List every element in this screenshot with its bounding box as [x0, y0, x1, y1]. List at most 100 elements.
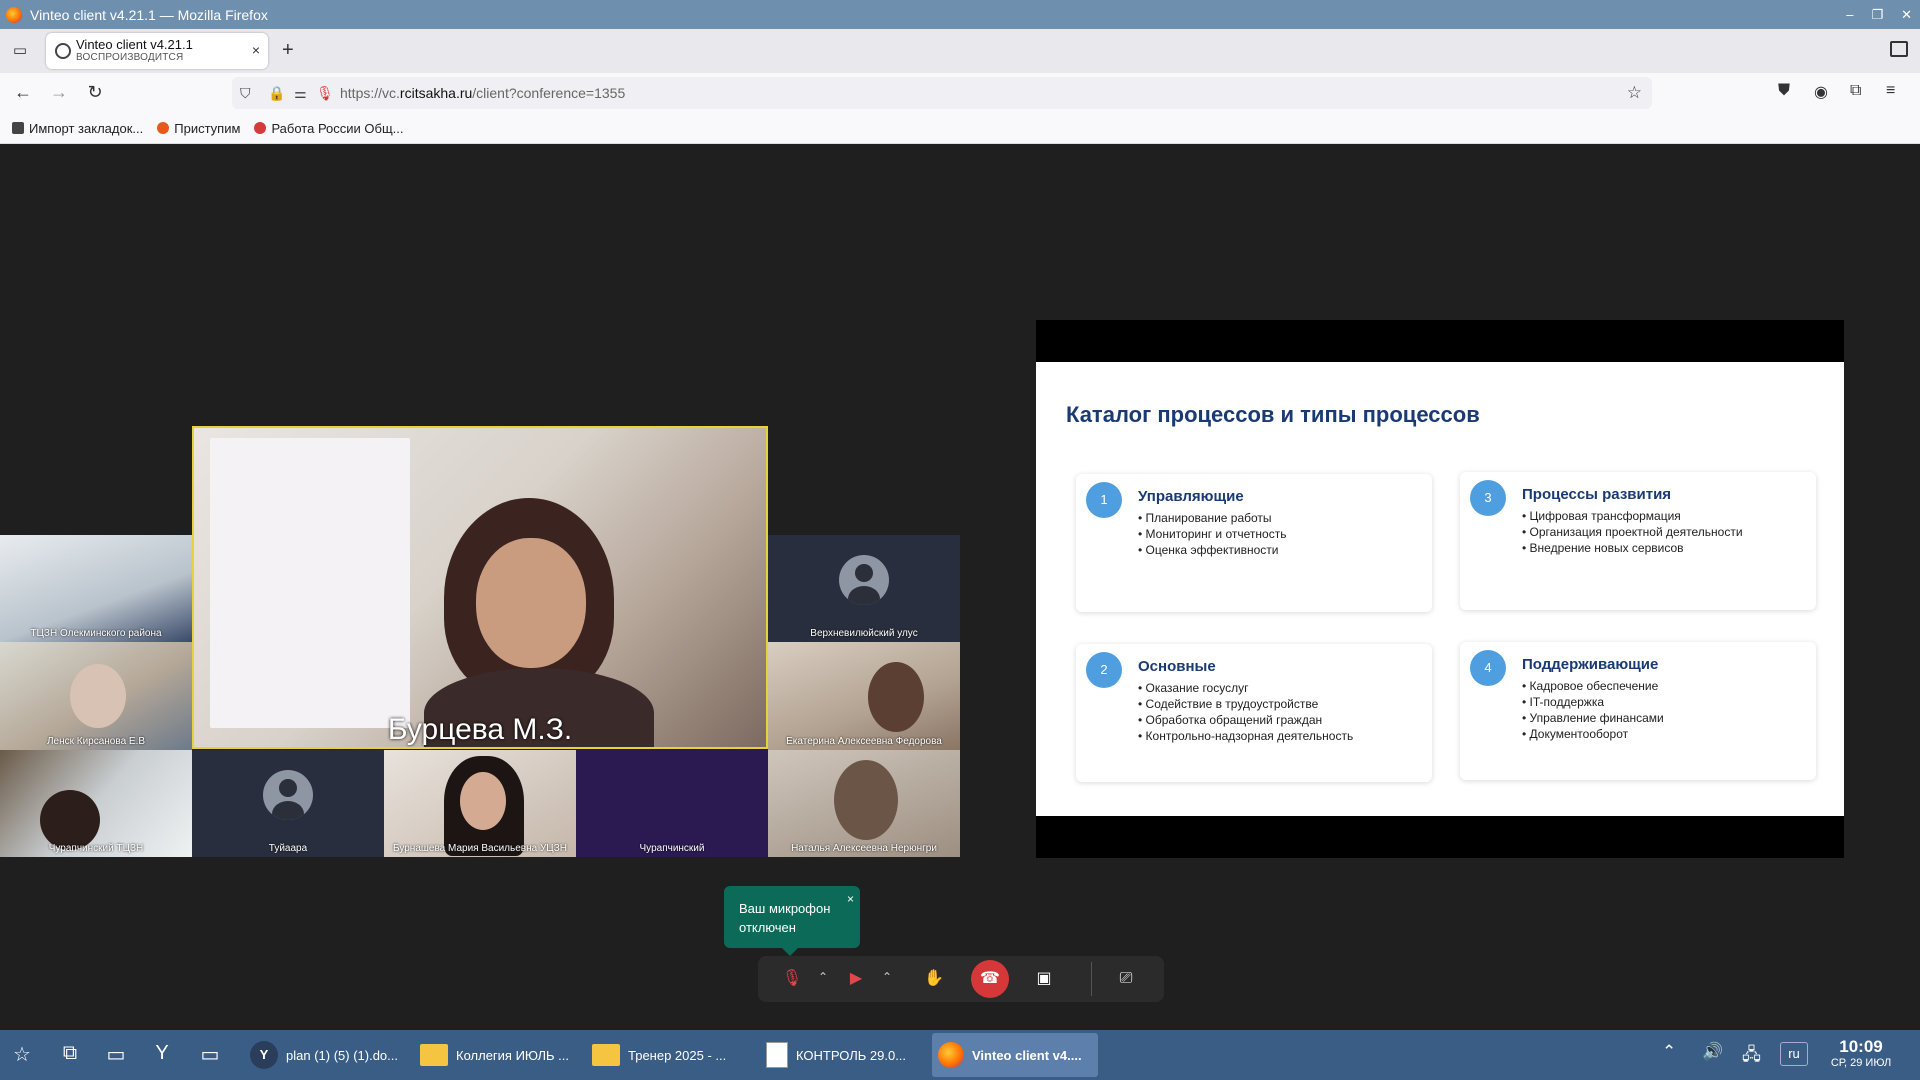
taskbar-item[interactable]: КОНТРОЛЬ 29.0...: [760, 1033, 924, 1077]
camera-options-chevron-icon[interactable]: ⌃: [882, 970, 892, 984]
card-title: Поддерживающие: [1522, 656, 1659, 673]
bookmark-pristupim[interactable]: Приступим: [157, 121, 240, 136]
tab-list-icon[interactable]: ▭: [10, 41, 30, 61]
desktop-pager-icon[interactable]: ⧉: [56, 1042, 84, 1068]
globe-icon: [55, 43, 71, 59]
screen-share[interactable]: Каталог процессов и типы процессов 1 Упр…: [1036, 320, 1844, 858]
avatar-icon: [839, 554, 889, 605]
start-menu-icon[interactable]: ☆: [8, 1042, 36, 1068]
camera-off-icon[interactable]: ▶: [840, 963, 872, 995]
permissions-icon[interactable]: ⚌: [294, 85, 307, 102]
window-titlebar: Vinteo client v4.21.1 — Mozilla Firefox …: [0, 0, 1920, 29]
card-item: Мониторинг и отчетность: [1138, 526, 1287, 542]
process-card: 2 Основные Оказание госуслуг Содействие …: [1076, 644, 1432, 782]
speaker-face: [476, 538, 586, 668]
tray-expand-icon[interactable]: ⌃: [1662, 1042, 1676, 1062]
microphone-muted-icon[interactable]: 🎙: [776, 963, 808, 995]
bookmark-rabota-rossii[interactable]: Работа России Общ...: [254, 121, 404, 136]
avatar-icon: [263, 769, 313, 820]
process-card: 3 Процессы развития Цифровая трансформац…: [1460, 472, 1816, 610]
speaker-name: Бурцева М.З.: [387, 713, 573, 746]
url-bar[interactable]: ⛉ 🔒 ⚌ 🎙 https://vc.rcitsakha.ru/client?c…: [232, 77, 1652, 109]
speaker-video-tile[interactable]: Бурцева М.З.: [192, 426, 768, 749]
taskbar-item[interactable]: Y plan (1) (5) (1).do...: [244, 1033, 404, 1077]
firefox-view-icon[interactable]: [1890, 41, 1908, 57]
new-tab-button[interactable]: +: [282, 39, 294, 62]
process-card: 1 Управляющие Планирование работы Монито…: [1076, 474, 1432, 612]
taskbar: ☆ ⧉ ▭ Y ▭ Y plan (1) (5) (1).do... Колле…: [0, 1030, 1920, 1080]
card-item: Содействие в трудоустройстве: [1138, 696, 1353, 712]
card-item: Внедрение новых сервисов: [1522, 540, 1743, 556]
call-controls: 🎙 ⌃ ▶ ⌃ ✋ ☎ ▣ ⎚: [758, 956, 1164, 1002]
participant-tile[interactable]: Верхневилюйский улус: [768, 535, 960, 642]
minimize-button[interactable]: –: [1846, 7, 1853, 22]
participant-tile[interactable]: Чурапчинский: [576, 750, 768, 857]
folder-icon: [592, 1044, 620, 1066]
controls-divider: [1091, 962, 1092, 996]
raise-hand-icon[interactable]: ✋: [918, 963, 950, 995]
pocket-icon[interactable]: ⛊: [1778, 82, 1790, 100]
window-title: Vinteo client v4.21.1 — Mozilla Firefox: [30, 6, 268, 23]
card-item: Оказание госуслуг: [1138, 680, 1353, 696]
clock[interactable]: 10:09 СР, 29 ИЮЛ: [1818, 1038, 1904, 1070]
card-item: Контрольно-надзорная деятельность: [1138, 728, 1354, 744]
participant-head: [40, 790, 100, 850]
spreadsheet-icon: [766, 1042, 788, 1068]
close-window-button[interactable]: ✕: [1901, 7, 1912, 23]
toast-text-line1: Ваш микрофон: [739, 901, 831, 916]
firefox-icon: [157, 122, 170, 134]
maximize-button[interactable]: ❐: [1871, 7, 1883, 23]
url-text[interactable]: https://vc.rcitsakha.ru/client?conferenc…: [340, 85, 625, 101]
account-icon[interactable]: ◉: [1814, 82, 1828, 102]
bookmark-star-icon[interactable]: ☆: [1627, 83, 1642, 103]
microphone-permission-icon[interactable]: 🎙: [316, 85, 334, 102]
card-item: Организация проектной деятельности: [1522, 524, 1743, 540]
participant-tile[interactable]: Наталья Алексеевна Нерюнгри: [768, 750, 960, 857]
toast-text-line2: отключен: [739, 920, 796, 935]
tab-close-icon[interactable]: ×: [252, 42, 260, 58]
card-item: IT-поддержка: [1522, 694, 1664, 710]
taskbar-item-active[interactable]: Vinteo client v4....: [932, 1033, 1098, 1077]
firefox-logo-icon: [6, 6, 22, 23]
participant-tile[interactable]: ТЦЗН Олекминского района: [0, 535, 192, 642]
layout-icon[interactable]: ▣: [1028, 963, 1060, 995]
card-item: Оценка эффективности: [1138, 542, 1286, 558]
clock-time: 10:09: [1839, 1037, 1883, 1056]
presentation-slide: Каталог процессов и типы процессов 1 Упр…: [1036, 362, 1844, 816]
screen-share-icon[interactable]: ⎚: [1110, 963, 1142, 995]
tab-playing-status: ВОСПРОИЗВОДИТСЯ: [76, 52, 184, 63]
folder-icon[interactable]: ▭: [196, 1042, 224, 1068]
conference-stage: Бурцева М.З. ТЦЗН Олекминского района Ле…: [0, 144, 1920, 1030]
participant-tile[interactable]: Чурапчинский ТЦЗН: [0, 750, 192, 857]
shield-icon[interactable]: ⛉: [240, 85, 251, 102]
reload-icon[interactable]: ↻: [84, 82, 106, 103]
mic-options-chevron-icon[interactable]: ⌃: [818, 970, 828, 984]
forward-arrow-icon[interactable]: →: [48, 82, 70, 103]
participant-face: [70, 664, 126, 728]
clock-date: СР, 29 ИЮЛ: [1830, 1057, 1892, 1069]
hang-up-button[interactable]: ☎: [971, 960, 1009, 998]
participant-tile[interactable]: Екатерина Алексеевна Федорова: [768, 642, 960, 750]
back-arrow-icon[interactable]: ←: [12, 82, 34, 103]
card-title: Основные: [1138, 658, 1216, 675]
network-icon[interactable]: 🖧: [1742, 1042, 1761, 1071]
yandex-browser-icon[interactable]: Y: [148, 1042, 176, 1068]
taskbar-item[interactable]: Тренер 2025 - ...: [586, 1033, 750, 1077]
import-icon: [12, 122, 24, 134]
extensions-icon[interactable]: ⧉: [1850, 82, 1861, 100]
lock-icon[interactable]: 🔒: [268, 85, 285, 102]
card-list: Кадровое обеспечение IT-поддержка Управл…: [1522, 678, 1664, 742]
participant-tile[interactable]: Ленск Кирсанова Е.В: [0, 642, 192, 750]
taskbar-item[interactable]: Коллегия ИЮЛЬ ...: [414, 1033, 578, 1077]
bookmark-import[interactable]: Импорт закладок...: [12, 121, 143, 136]
file-manager-icon[interactable]: ▭: [102, 1042, 130, 1068]
volume-icon[interactable]: 🔊: [1702, 1042, 1723, 1062]
keyboard-layout-indicator[interactable]: ru: [1780, 1042, 1808, 1066]
rabota-rossii-icon: [254, 122, 267, 134]
tab-vinteo[interactable]: Vinteo client v4.21.1 ВОСПРОИЗВОДИТСЯ ×: [46, 33, 268, 69]
toast-close-icon[interactable]: ×: [847, 890, 854, 909]
participant-tile[interactable]: Туйаара: [192, 750, 384, 857]
participant-tile[interactable]: Бурнашева Мария Васильевна УЦЗН: [384, 750, 576, 857]
folder-icon: [420, 1044, 448, 1066]
menu-icon[interactable]: ≡: [1886, 82, 1895, 100]
